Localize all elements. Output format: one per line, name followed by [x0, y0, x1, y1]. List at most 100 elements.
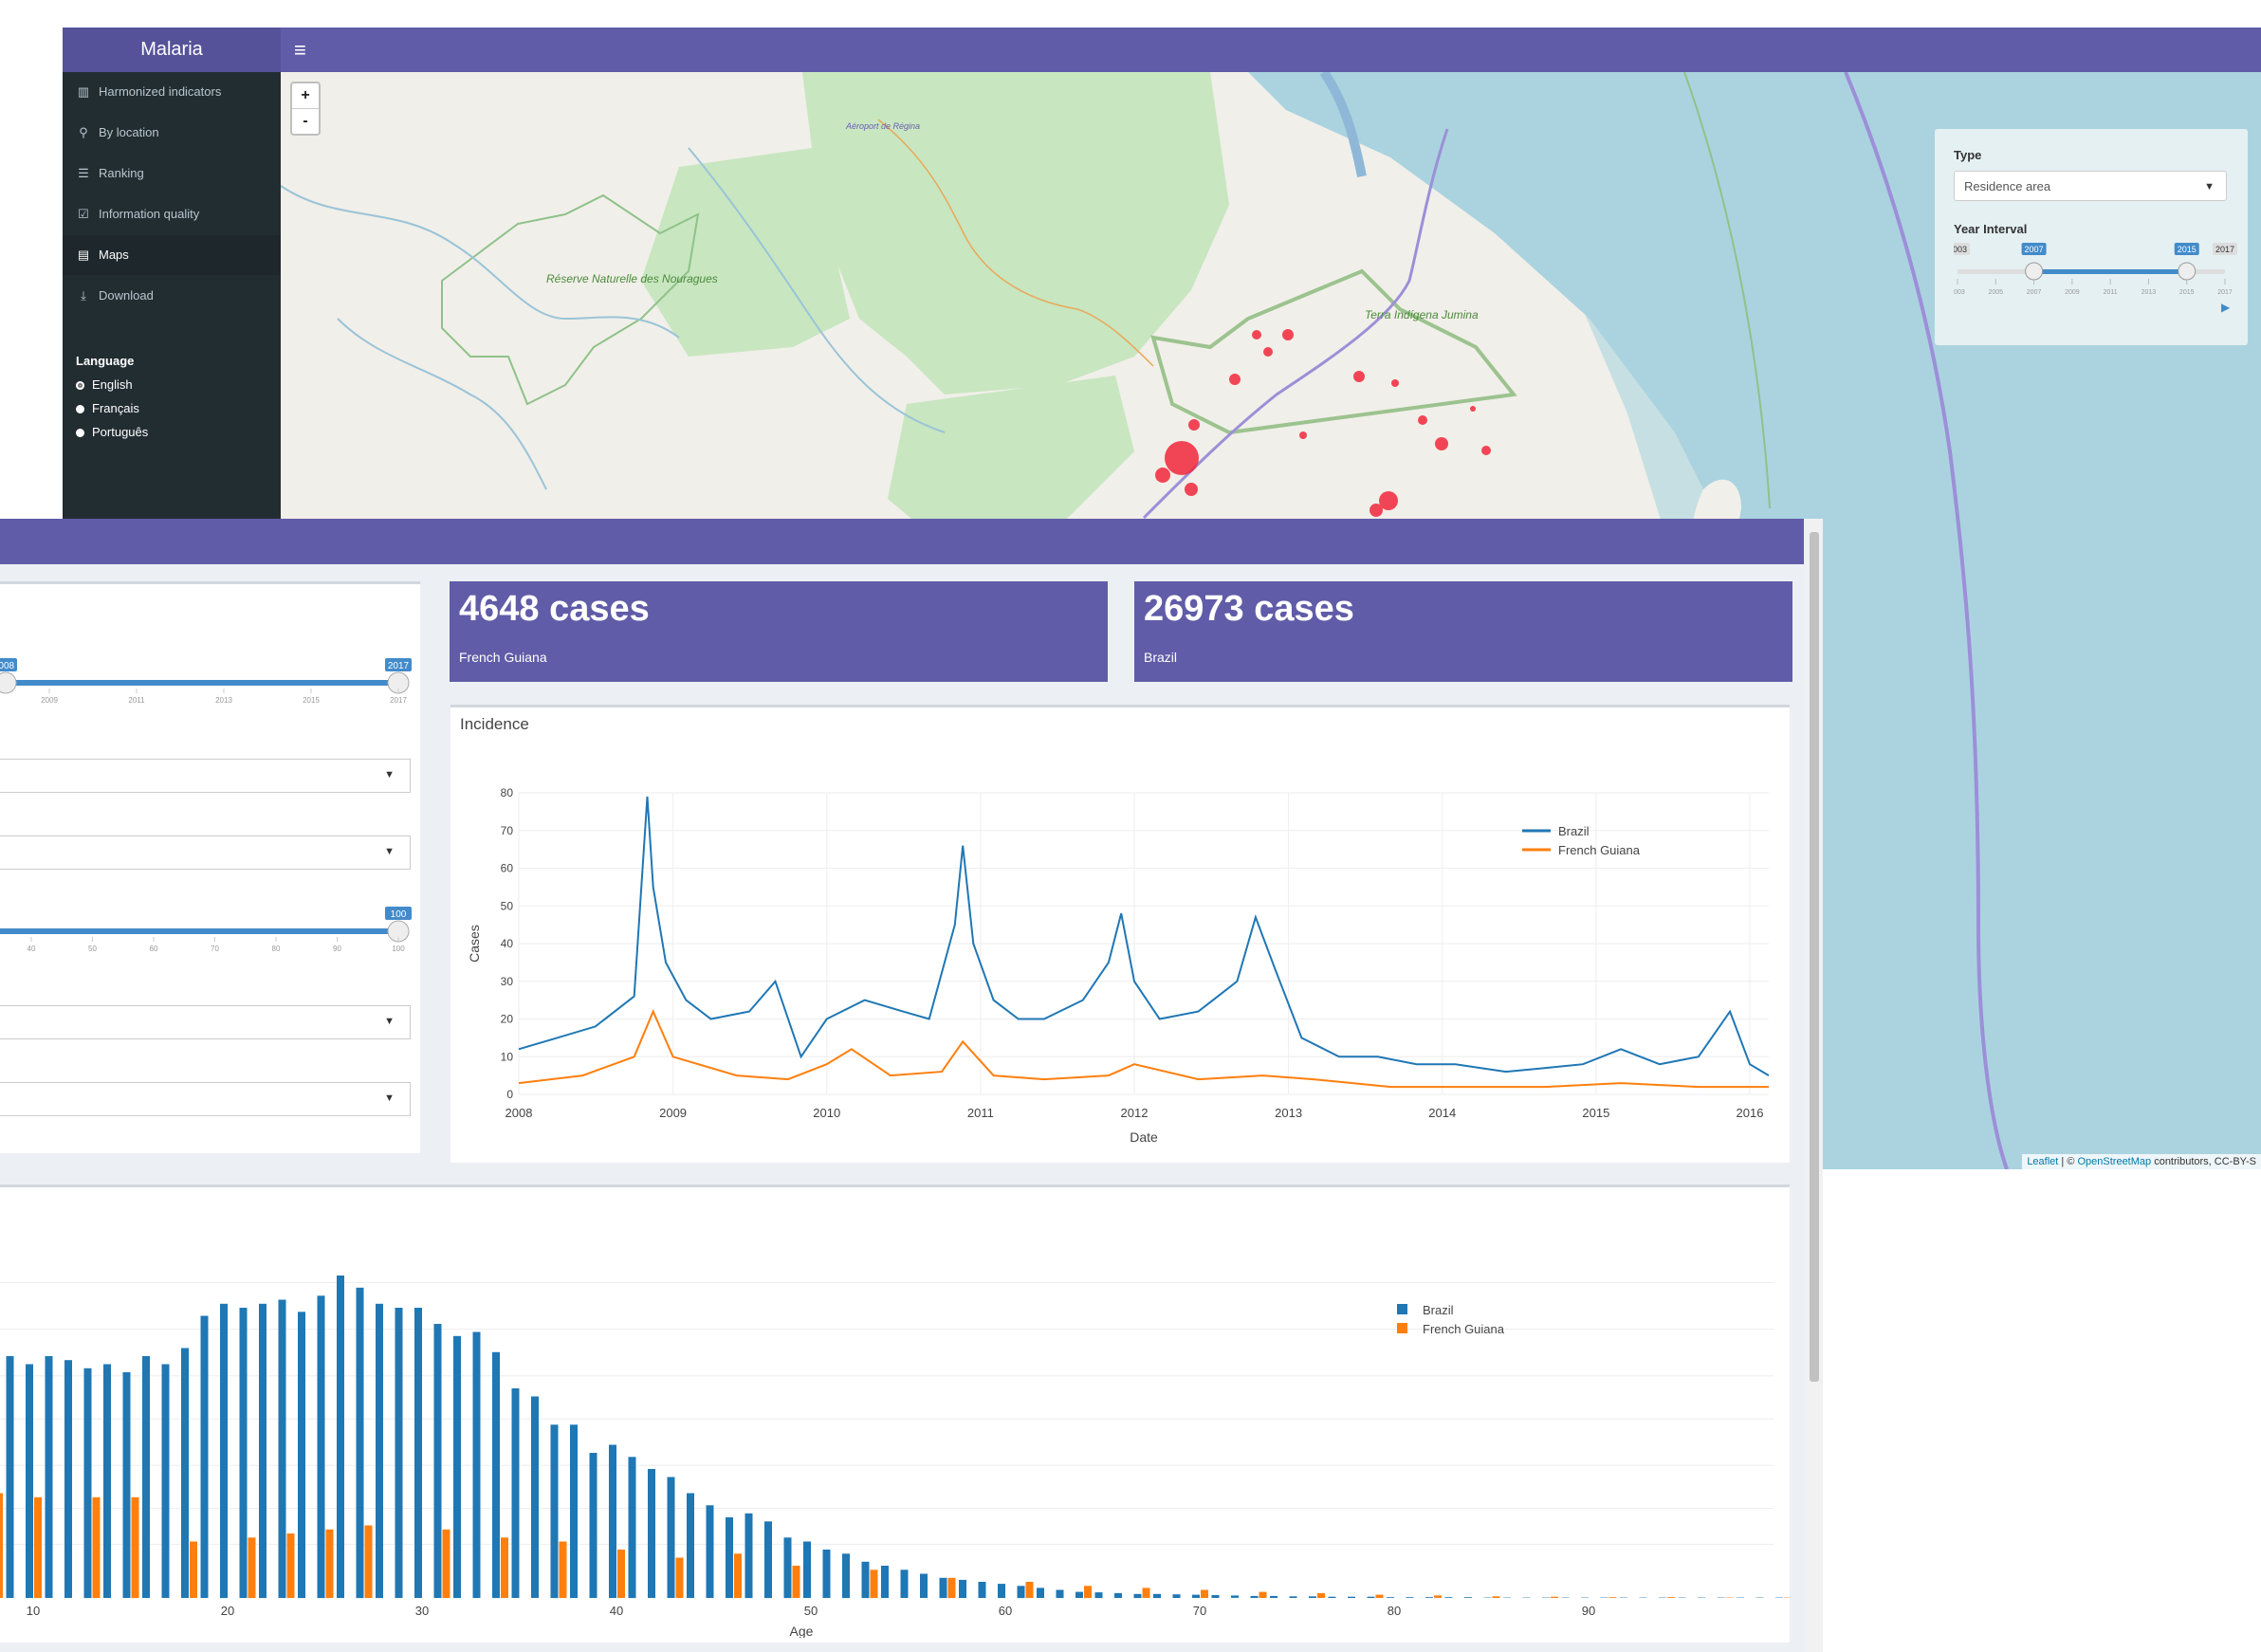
age-range-slider[interactable]: 100 40 50 60 70 80 90 100 [0, 907, 417, 964]
slider-tick-label: 2013 [2142, 289, 2157, 296]
legend-label: Brazil [1423, 1303, 1454, 1317]
x-tick-label: 2013 [1275, 1106, 1302, 1120]
vertical-scrollbar[interactable] [1806, 519, 1823, 1652]
bar-french-guiana [1142, 1588, 1150, 1598]
y-tick-label: 0 [506, 1088, 513, 1101]
bar-brazil [998, 1584, 1005, 1598]
bar-brazil [1406, 1597, 1414, 1598]
sidebar-item-by-location[interactable]: ⚲ By location [63, 113, 281, 153]
sidebar-item-label: Harmonized indicators [99, 84, 222, 99]
bar-brazil [1192, 1594, 1200, 1598]
slider-tick-label: 40 [28, 945, 36, 953]
age-bar-chart[interactable]: 10 20 30 40 50 60 70 80 90 Age Brazil French Guiana [0, 1187, 1790, 1638]
bar-brazil [842, 1553, 850, 1599]
bar-brazil [220, 1303, 228, 1599]
sidebar-item-ranking[interactable]: ☰ Ranking [63, 154, 281, 193]
bar-brazil [1075, 1591, 1083, 1598]
bar-brazil [1056, 1589, 1064, 1598]
zoom-in-button[interactable]: + [292, 83, 319, 108]
filter-select-2[interactable]: ▼ [0, 835, 411, 870]
bar-brazil [1114, 1592, 1122, 1598]
scrollbar-thumb[interactable] [1810, 532, 1819, 1382]
bar-french-guiana [286, 1533, 295, 1598]
bar-brazil [531, 1396, 539, 1598]
filter-select-1[interactable]: ▼ [0, 759, 411, 793]
bar-brazil [1250, 1595, 1259, 1598]
value-box-label: French Guiana [459, 650, 547, 665]
x-tick-label: 90 [1582, 1604, 1595, 1618]
filter-select-4[interactable]: ▼ [0, 1082, 411, 1116]
leaflet-link[interactable]: Leaflet [2027, 1156, 2058, 1167]
openstreetmap-link[interactable]: OpenStreetMap [2077, 1156, 2151, 1167]
legend-swatch [1397, 1304, 1407, 1314]
bar-french-guiana [1551, 1596, 1558, 1598]
bar-brazil [687, 1493, 694, 1598]
x-tick-label: 2016 [1737, 1106, 1764, 1120]
bar-brazil [142, 1356, 150, 1598]
bar-brazil [1153, 1593, 1161, 1599]
bar-french-guiana [501, 1537, 508, 1599]
legend-label: French Guiana [1423, 1322, 1505, 1336]
value-box-brazil: 26973 cases Brazil [1134, 581, 1792, 682]
caret-down-icon: ▼ [384, 1016, 395, 1027]
bar-brazil [453, 1335, 461, 1599]
sidebar-item-maps[interactable]: ▤ Maps [63, 235, 281, 275]
caret-down-icon: ▼ [384, 1092, 395, 1104]
slider-tick-label: 2017 [2217, 289, 2233, 296]
hamburger-icon[interactable]: ≡ [294, 28, 306, 72]
bar-brazil [550, 1424, 559, 1599]
x-tick-label: 2014 [1428, 1106, 1456, 1120]
sidebar-item-label: Ranking [99, 166, 144, 180]
filter-select-3[interactable]: ▼ [0, 1005, 411, 1039]
bar-brazil [1172, 1594, 1181, 1598]
radio-icon[interactable] [76, 405, 84, 414]
slider-tick-label: 2003 [1954, 289, 1965, 296]
bar-brazil [1133, 1593, 1142, 1599]
bar-french-guiana [1259, 1591, 1267, 1598]
caret-down-icon: ▼ [384, 769, 395, 780]
bar-brazil [26, 1364, 33, 1598]
app-title[interactable]: Malaria [63, 28, 281, 72]
language-option-english[interactable]: English [76, 377, 133, 392]
bar-brazil [1444, 1597, 1453, 1598]
slider-tick-label: 2015 [2179, 289, 2195, 296]
check-square-icon: ☑ [78, 207, 89, 221]
radio-selected-icon[interactable] [76, 381, 84, 391]
language-option-francais[interactable]: Français [76, 401, 139, 415]
y-axis-label: Cases [467, 925, 482, 963]
bar-brazil [744, 1513, 753, 1599]
legend-label: French Guiana [1558, 843, 1641, 857]
map-label-indigenous: Terra Indígena Jumina [1365, 308, 1479, 321]
zoom-out-button[interactable]: - [292, 108, 319, 134]
language-title: Language [76, 354, 135, 368]
incidence-line-chart[interactable]: 0 10 20 30 40 50 60 70 80 2008 2009 2010 2011 2012 201… [450, 707, 1790, 1153]
sidebar-item-information-quality[interactable]: ☑ Information quality [63, 194, 281, 234]
sidebar-item-label: Maps [99, 248, 129, 262]
bar-brazil [1017, 1586, 1025, 1599]
date-range-slider[interactable]: 2008 2017 2009 2011 2013 2015 2017 [0, 658, 417, 715]
sidebar-item-label: By location [99, 125, 159, 139]
bar-brazil [1425, 1597, 1433, 1598]
bar-french-guiana [248, 1537, 256, 1599]
x-tick-label: 2015 [1582, 1106, 1609, 1120]
language-option-portugues[interactable]: Português [76, 425, 148, 439]
x-tick-label: 2010 [813, 1106, 840, 1120]
slider-tick-label: 2011 [128, 696, 145, 705]
bar-brazil [978, 1582, 986, 1598]
bar-brazil [1094, 1592, 1103, 1599]
sidebar-item-harmonized-indicators[interactable]: ▥ Harmonized indicators [63, 72, 281, 112]
bar-french-guiana [1317, 1592, 1325, 1598]
sidebar-item-download[interactable]: ⤓ Download [63, 276, 281, 316]
radio-icon[interactable] [76, 429, 84, 438]
slider-tick-label: 60 [150, 945, 158, 953]
legend-swatch [1397, 1323, 1407, 1333]
bar-brazil [609, 1444, 616, 1598]
bar-brazil [726, 1517, 733, 1598]
bar-brazil [64, 1360, 72, 1598]
year-interval-slider[interactable]: 2003 2007 2015 2017 2003 2005 2007 2009 2011 2013… [1954, 241, 2238, 317]
slider-handle [0, 671, 17, 694]
map-header: Malaria ≡ [63, 28, 2261, 72]
bar-chart-icon: ▥ [77, 84, 90, 99]
bar-brazil [822, 1550, 831, 1598]
type-select[interactable]: Residence area ▼ [1954, 171, 2227, 201]
